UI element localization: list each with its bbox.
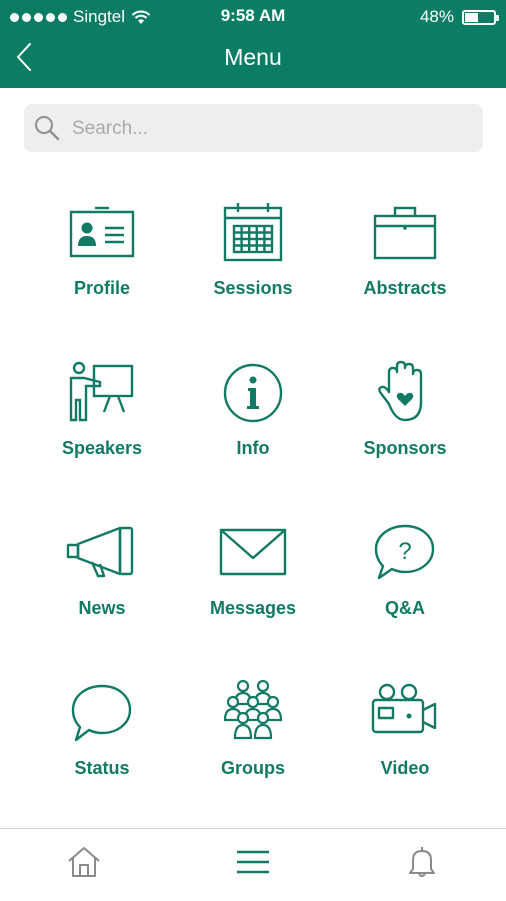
search-input[interactable] <box>70 110 474 148</box>
presenter-icon <box>69 361 134 422</box>
signal-strength-icon <box>10 12 67 22</box>
group-icon <box>223 680 283 740</box>
menu-item-label: Status <box>74 758 130 778</box>
nav-bar: Menu <box>0 34 506 88</box>
back-button[interactable] <box>10 40 40 74</box>
battery-level-fill <box>465 12 479 22</box>
tab-home[interactable] <box>54 845 114 887</box>
menu-item-profile[interactable]: Profile <box>22 200 182 340</box>
megaphone-icon <box>66 526 134 578</box>
status-right: 48% <box>419 7 499 27</box>
speech-bubble-icon <box>71 684 132 742</box>
menu-item-label: Video <box>380 758 430 778</box>
profile-card-icon <box>69 206 135 258</box>
menu-item-status[interactable]: Status <box>22 680 182 820</box>
battery-icon <box>462 9 499 25</box>
app-header: Singtel 9:58 AM 48% Menu <box>0 0 506 88</box>
menu-item-label: News <box>78 598 126 618</box>
battery-percent: 48% <box>419 7 454 26</box>
hand-heart-icon <box>378 360 423 422</box>
hamburger-menu-icon <box>237 850 269 874</box>
calendar-icon <box>223 203 283 262</box>
bell-icon <box>409 847 435 877</box>
search-bar[interactable] <box>24 104 483 152</box>
menu-item-label: Info <box>236 438 270 458</box>
carrier-name: Singtel <box>73 7 125 26</box>
menu-item-label: Groups <box>220 758 285 778</box>
home-icon <box>68 847 100 877</box>
menu-item-groups[interactable]: Groups <box>173 680 333 820</box>
menu-item-news[interactable]: News <box>22 520 182 660</box>
info-icon <box>223 363 283 423</box>
search-icon <box>35 116 60 141</box>
status-left: Singtel <box>10 7 151 27</box>
status-bar: Singtel 9:58 AM 48% <box>0 0 506 34</box>
menu-item-messages[interactable]: Messages <box>173 520 333 660</box>
menu-item-label: Sponsors <box>363 438 447 458</box>
menu-item-speakers[interactable]: Speakers <box>22 360 182 500</box>
menu-item-label: Profile <box>73 278 130 298</box>
menu-item-label: Messages <box>209 598 297 618</box>
menu-item-label: Abstracts <box>363 278 447 298</box>
envelope-icon <box>219 528 287 576</box>
svg-text:?: ? <box>398 538 411 565</box>
tab-menu[interactable] <box>223 845 283 887</box>
wifi-icon <box>131 10 151 24</box>
menu-item-abstracts[interactable]: Abstracts <box>325 200 485 340</box>
menu-item-qa[interactable]: ? Q&A <box>325 520 485 660</box>
menu-item-label: Speakers <box>61 438 143 458</box>
menu-item-video[interactable]: Video <box>325 680 485 820</box>
bottom-tab-bar <box>0 828 506 901</box>
menu-item-label: Q&A <box>385 598 425 618</box>
video-camera-icon <box>371 683 437 734</box>
question-bubble-icon: ? <box>374 524 435 580</box>
tab-notifications[interactable] <box>392 845 452 887</box>
briefcase-icon <box>373 206 437 260</box>
menu-item-sponsors[interactable]: Sponsors <box>325 360 485 500</box>
menu-item-info[interactable]: Info <box>173 360 333 500</box>
page-title: Menu <box>224 44 282 70</box>
menu-item-sessions[interactable]: Sessions <box>173 200 333 340</box>
chevron-left-icon <box>17 43 31 71</box>
menu-item-label: Sessions <box>213 278 293 298</box>
